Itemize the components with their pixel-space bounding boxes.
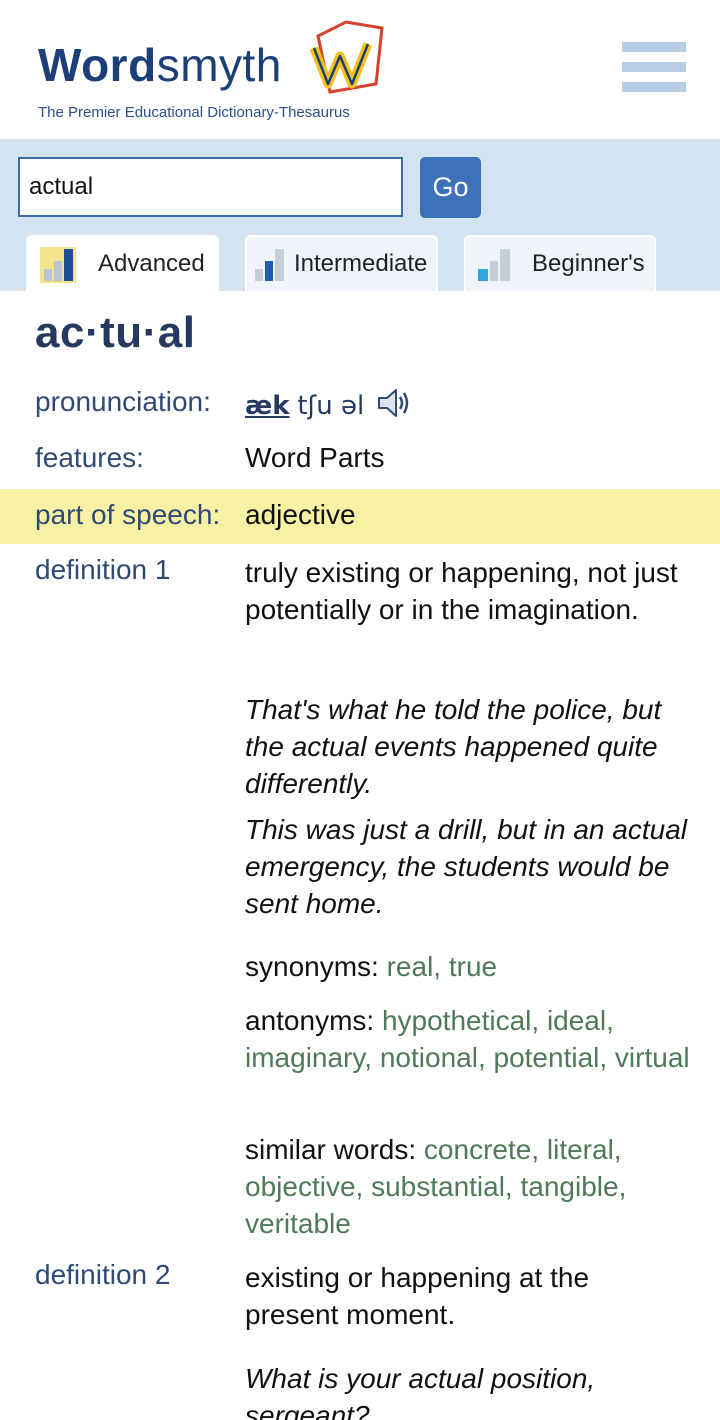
word-parts-link[interactable]: Word Parts	[245, 442, 385, 474]
part-of-speech-row: part of speech: adjective	[0, 489, 720, 544]
wordsmyth-logo[interactable]: Wordsmyth The Premier Educational Dictio…	[38, 14, 398, 124]
search-bar: Go Advanced Intermediate Beginner's	[0, 139, 720, 291]
pronunciation-stressed[interactable]: æk	[245, 391, 290, 421]
speaker-icon[interactable]	[376, 386, 412, 420]
synonyms-links[interactable]: real, true	[387, 951, 498, 982]
tab-label: Intermediate	[294, 250, 428, 277]
intermediate-level-icon	[255, 249, 284, 281]
pronunciation-value: æk tʃu əl	[245, 386, 412, 421]
advanced-level-icon	[40, 247, 76, 283]
part-of-speech-value: adjective	[245, 499, 356, 530]
similar-words-line: similar words: concrete, literal, object…	[245, 1131, 690, 1242]
definition-2-example-1: What is your actual position, sergeant?	[245, 1363, 596, 1420]
beginner-level-icon	[478, 249, 510, 281]
antonyms-label: antonyms:	[245, 1005, 375, 1036]
definition-1-text: truly existing or happening, not just po…	[245, 557, 678, 625]
definition-1-example-2: This was just a drill, but in an actual …	[245, 814, 687, 919]
tab-label: Advanced	[98, 250, 205, 277]
pronunciation-rest: tʃu əl	[297, 391, 365, 421]
hamburger-menu-icon[interactable]	[622, 42, 686, 96]
features-row: features: Word Parts	[0, 442, 720, 488]
similar-words-label: similar words:	[245, 1134, 417, 1165]
definition-2-label: definition 2	[35, 1259, 171, 1290]
definition-1-example-1: That's what he told the police, but the …	[245, 694, 662, 799]
synonyms-line: synonyms: real, true	[245, 948, 690, 985]
tab-label: Beginner's	[532, 250, 645, 277]
pronunciation-label: pronunciation:	[35, 386, 211, 417]
definition-1-label: definition 1	[35, 554, 171, 585]
logo-tagline: The Premier Educational Dictionary-Thesa…	[38, 104, 350, 121]
part-of-speech-label: part of speech:	[35, 499, 221, 530]
pronunciation-row: pronunciation: æk tʃu əl	[0, 386, 720, 432]
logo-w-mark-icon	[309, 20, 384, 94]
logo-wordmark: Wordsmyth	[38, 38, 282, 92]
antonyms-line: antonyms: hypothetical, ideal, imaginary…	[245, 1002, 690, 1076]
tab-advanced[interactable]: Advanced	[26, 235, 219, 291]
headword: ac·tu·al	[35, 308, 196, 357]
logo-word-bold: Word	[38, 39, 157, 91]
tab-intermediate[interactable]: Intermediate	[245, 235, 438, 291]
features-label: features:	[35, 442, 144, 473]
go-button[interactable]: Go	[420, 157, 481, 218]
synonyms-label: synonyms:	[245, 951, 379, 982]
site-header: Wordsmyth The Premier Educational Dictio…	[0, 0, 720, 139]
search-input[interactable]	[18, 157, 403, 217]
definition-2-text: existing or happening at the present mom…	[245, 1262, 590, 1330]
logo-word-light: smyth	[156, 39, 282, 91]
tab-beginners[interactable]: Beginner's	[464, 235, 656, 291]
